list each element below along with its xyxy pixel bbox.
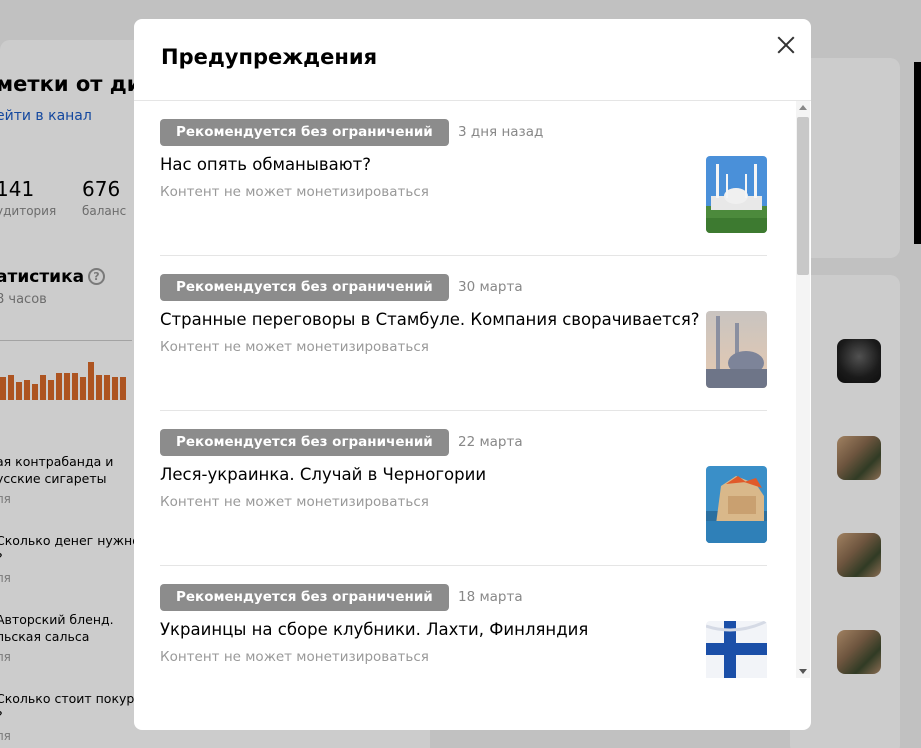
list-item[interactable]: Рекомендуется без ограничений 30 марта С…	[160, 256, 767, 411]
warnings-modal: Предупреждения Рекомендуется без огранич…	[134, 19, 811, 730]
scroll-up-arrow-icon[interactable]	[799, 105, 807, 110]
item-title[interactable]: Нас опять обманывают?	[160, 155, 371, 174]
close-icon[interactable]	[772, 31, 800, 59]
finland-flag-thumbnail[interactable]	[706, 621, 767, 678]
item-subtitle: Контент не может монетизироваться	[160, 184, 429, 200]
item-date: 30 марта	[458, 279, 523, 295]
item-date: 18 марта	[458, 589, 523, 605]
list-item[interactable]: Рекомендуется без ограничений 3 дня наза…	[160, 101, 767, 256]
warnings-list: Рекомендуется без ограничений 3 дня наза…	[134, 101, 811, 678]
item-subtitle: Контент не может монетизироваться	[160, 649, 429, 665]
item-subtitle: Контент не может монетизироваться	[160, 339, 429, 355]
item-subtitle: Контент не может монетизироваться	[160, 494, 429, 510]
status-badge: Рекомендуется без ограничений	[160, 119, 449, 146]
modal-title: Предупреждения	[161, 45, 378, 69]
list-item[interactable]: Рекомендуется без ограничений 22 марта Л…	[160, 411, 767, 566]
montenegro-thumbnail[interactable]	[706, 466, 767, 543]
status-badge: Рекомендуется без ограничений	[160, 274, 449, 301]
status-badge: Рекомендуется без ограничений	[160, 429, 449, 456]
item-title[interactable]: Украинцы на сборе клубники. Лахти, Финля…	[160, 620, 588, 639]
list-item[interactable]: Рекомендуется без ограничений 18 марта У…	[160, 566, 767, 678]
item-title[interactable]: Странные переговоры в Стамбуле. Компания…	[160, 310, 700, 329]
mosque-thumbnail[interactable]	[706, 156, 767, 233]
scrollbar-thumb[interactable]	[797, 117, 809, 275]
status-badge: Рекомендуется без ограничений	[160, 584, 449, 611]
istanbul-thumbnail[interactable]	[706, 311, 767, 388]
list-scrollbar[interactable]	[796, 101, 810, 678]
item-date: 22 марта	[458, 434, 523, 450]
item-date: 3 дня назад	[458, 124, 544, 140]
scroll-down-arrow-icon[interactable]	[799, 669, 807, 674]
item-title[interactable]: Леся-украинка. Случай в Черногории	[160, 465, 486, 484]
